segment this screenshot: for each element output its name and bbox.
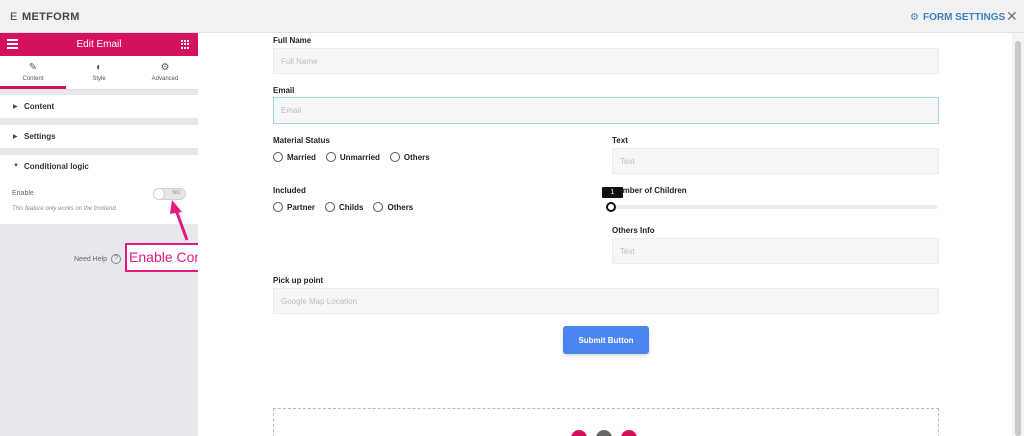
arrow-to-toggle bbox=[174, 209, 189, 241]
children-slider[interactable] bbox=[612, 205, 938, 209]
full-name-input[interactable]: Full Name bbox=[273, 48, 939, 74]
included-radios: Partner Childs Others bbox=[273, 202, 423, 212]
radio-childs[interactable]: Childs bbox=[325, 202, 363, 212]
scrollbar-thumb[interactable] bbox=[1015, 41, 1021, 436]
radio-others[interactable]: Others bbox=[373, 202, 413, 212]
email-input[interactable]: Email bbox=[273, 97, 939, 124]
email-label: Email bbox=[273, 86, 295, 95]
submit-button[interactable]: Submit Button bbox=[563, 326, 649, 354]
pickup-label: Pick up point bbox=[273, 276, 324, 285]
form-preview-canvas bbox=[198, 33, 1012, 436]
children-label: Number of Children bbox=[612, 186, 687, 195]
material-status-radios: Married Unmarried Others bbox=[273, 152, 440, 162]
included-label: Included bbox=[273, 186, 306, 195]
slider-value-tooltip: 1 bbox=[602, 187, 623, 198]
material-status-label: Material Status bbox=[273, 136, 330, 145]
radio-married[interactable]: Married bbox=[273, 152, 316, 162]
text-label: Text bbox=[612, 136, 628, 145]
radio-others[interactable]: Others bbox=[389, 152, 430, 162]
text-input[interactable]: Text bbox=[612, 148, 939, 174]
full-name-label: Full Name bbox=[273, 36, 312, 45]
others-info-label: Others Info bbox=[612, 226, 655, 235]
scrollbar[interactable] bbox=[1012, 33, 1024, 436]
slider-handle[interactable] bbox=[606, 202, 616, 212]
pickup-input[interactable]: Google Map Location bbox=[273, 288, 939, 314]
radio-partner[interactable]: Partner bbox=[273, 202, 315, 212]
radio-unmarried[interactable]: Unmarried bbox=[325, 152, 380, 162]
arrowhead-toggle bbox=[170, 200, 182, 214]
others-info-input[interactable]: Text bbox=[612, 238, 939, 264]
